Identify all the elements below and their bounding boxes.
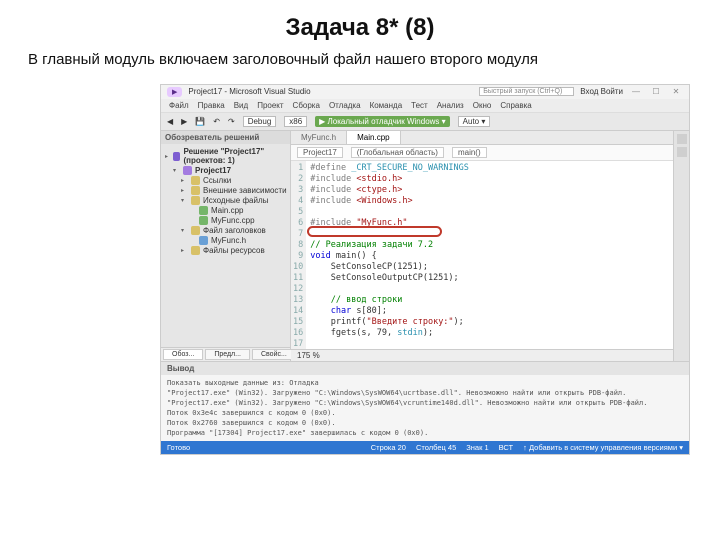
config-select[interactable]: Debug bbox=[243, 116, 277, 127]
signin-label[interactable]: Вход Войти bbox=[580, 87, 623, 96]
status-char: Знак 1 bbox=[466, 443, 488, 452]
output-header: Вывод bbox=[161, 362, 689, 375]
line-number-gutter: 1234567891011121314151617181920 bbox=[291, 161, 306, 349]
solution-explorer-panel: Обозреватель решений ▸Решение "Project17… bbox=[161, 131, 291, 361]
server-explorer-icon[interactable] bbox=[677, 147, 687, 157]
tree-row[interactable]: Main.cpp bbox=[165, 206, 288, 216]
tree-row[interactable]: ▸Решение "Project17" (проектов: 1) bbox=[165, 147, 288, 166]
menu-test[interactable]: Тест bbox=[411, 101, 428, 110]
save-icon[interactable]: 💾 bbox=[195, 117, 205, 126]
output-line: "Project17.exe" (Win32). Загружено "C:\W… bbox=[167, 398, 683, 408]
arch-select[interactable]: x86 bbox=[284, 116, 307, 127]
tab-props[interactable]: Свойс... bbox=[252, 349, 296, 360]
menu-project[interactable]: Проект bbox=[257, 101, 283, 110]
tree-row[interactable]: ▸Ссылки bbox=[165, 176, 288, 186]
output-line: Поток 0x3e4c завершился с кодом 0 (0x0). bbox=[167, 408, 683, 418]
tree-row[interactable]: ▸Файлы ресурсов bbox=[165, 246, 288, 256]
tab-main-cpp[interactable]: Main.cpp bbox=[347, 131, 400, 144]
tree-row[interactable]: ▸Внешние зависимости bbox=[165, 186, 288, 196]
nav-func[interactable]: main() bbox=[452, 147, 487, 158]
tree-row[interactable]: MyFunc.cpp bbox=[165, 216, 288, 226]
status-col: Столбец 45 bbox=[416, 443, 456, 452]
tab-myfunc-h[interactable]: MyFunc.h bbox=[291, 131, 347, 144]
code-editor: MyFunc.h Main.cpp Project17 (Глобальная … bbox=[291, 131, 673, 361]
output-line: "Project17.exe" (Win32). Загружено "C:\W… bbox=[167, 388, 683, 398]
zoom-indicator[interactable]: 175 % bbox=[291, 349, 673, 361]
tree-row[interactable]: MyFunc.h bbox=[165, 236, 288, 246]
menu-team[interactable]: Команда bbox=[370, 101, 403, 110]
tree-row[interactable]: ▾Project17 bbox=[165, 166, 288, 176]
slide-title: Задача 8* (8) bbox=[28, 14, 692, 42]
window-close-button[interactable]: ✕ bbox=[669, 87, 683, 96]
output-panel: Вывод Показать выходные данные из: Отлад… bbox=[161, 361, 689, 441]
undo-icon[interactable]: ↶ bbox=[213, 117, 220, 126]
menu-window[interactable]: Окно bbox=[473, 101, 492, 110]
menu-bar: Файл Правка Вид Проект Сборка Отладка Ко… bbox=[161, 99, 689, 112]
window-min-button[interactable]: — bbox=[629, 87, 643, 96]
editor-tabs: MyFunc.h Main.cpp bbox=[291, 131, 673, 145]
tab-suggest[interactable]: Предл... bbox=[205, 349, 250, 360]
tree-row[interactable]: ▾Файл заголовков bbox=[165, 226, 288, 236]
right-toolbox-strip[interactable] bbox=[673, 131, 689, 361]
menu-help[interactable]: Справка bbox=[500, 101, 531, 110]
nav-fwd-icon[interactable]: ▶ bbox=[181, 117, 187, 126]
window-max-button[interactable]: ☐ bbox=[649, 87, 663, 96]
nav-scope[interactable]: (Глобальная область) bbox=[351, 147, 444, 158]
status-bar: Готово Строка 20 Столбец 45 Знак 1 ВСТ ↑… bbox=[161, 441, 689, 454]
main-toolbar: ◀ ▶ 💾 ↶ ↷ Debug x86 ▶ Локальный отладчик… bbox=[161, 112, 689, 131]
source-code-area[interactable]: #define _CRT_SECURE_NO_WARNINGS #include… bbox=[306, 161, 549, 349]
quick-launch-input[interactable]: Быстрый запуск (Ctrl+Q) bbox=[479, 87, 574, 96]
solution-explorer-header: Обозреватель решений bbox=[161, 131, 290, 144]
output-source-select[interactable]: Показать выходные данные из: Отладка bbox=[167, 378, 683, 388]
tab-explorer[interactable]: Обоз... bbox=[163, 349, 203, 360]
slide-subtitle: В главный модуль включаем заголовочный ф… bbox=[28, 50, 692, 70]
nav-back-icon[interactable]: ◀ bbox=[167, 117, 173, 126]
redo-icon[interactable]: ↷ bbox=[228, 117, 235, 126]
ide-screenshot: ▶ Project17 - Microsoft Visual Studio Бы… bbox=[160, 84, 690, 455]
output-line: Программа "[17304] Project17.exe" заверш… bbox=[167, 428, 683, 438]
toolbox-icon[interactable] bbox=[677, 134, 687, 144]
menu-edit[interactable]: Правка bbox=[198, 101, 225, 110]
nav-project[interactable]: Project17 bbox=[297, 147, 343, 158]
tree-row[interactable]: ▾Исходные файлы bbox=[165, 196, 288, 206]
menu-file[interactable]: Файл bbox=[169, 101, 189, 110]
window-titlebar: ▶ Project17 - Microsoft Visual Studio Бы… bbox=[161, 85, 689, 99]
menu-analyze[interactable]: Анализ bbox=[437, 101, 464, 110]
window-title: Project17 - Microsoft Visual Studio bbox=[188, 87, 310, 96]
editor-nav-bar: Project17 (Глобальная область) main() bbox=[291, 145, 673, 161]
menu-view[interactable]: Вид bbox=[234, 101, 248, 110]
status-line: Строка 20 bbox=[371, 443, 406, 452]
launch-debugger-button[interactable]: ▶ Локальный отладчик Windows ▾ bbox=[315, 116, 450, 127]
output-line: Поток 0x2760 завершился с кодом 0 (0x0). bbox=[167, 418, 683, 428]
status-ins: ВСТ bbox=[499, 443, 514, 452]
menu-debug[interactable]: Отладка bbox=[329, 101, 361, 110]
status-scc[interactable]: ↑ Добавить в систему управления версиями… bbox=[523, 443, 683, 452]
auto-select[interactable]: Auto ▾ bbox=[458, 116, 491, 127]
explorer-bottom-tabs: Обоз... Предл... Свойс... Класс... bbox=[161, 347, 290, 361]
status-ready: Готово bbox=[167, 443, 190, 452]
vs-logo-pill: ▶ bbox=[167, 87, 182, 97]
menu-build[interactable]: Сборка bbox=[293, 101, 320, 110]
solution-tree[interactable]: ▸Решение "Project17" (проектов: 1)▾Proje… bbox=[161, 144, 290, 347]
